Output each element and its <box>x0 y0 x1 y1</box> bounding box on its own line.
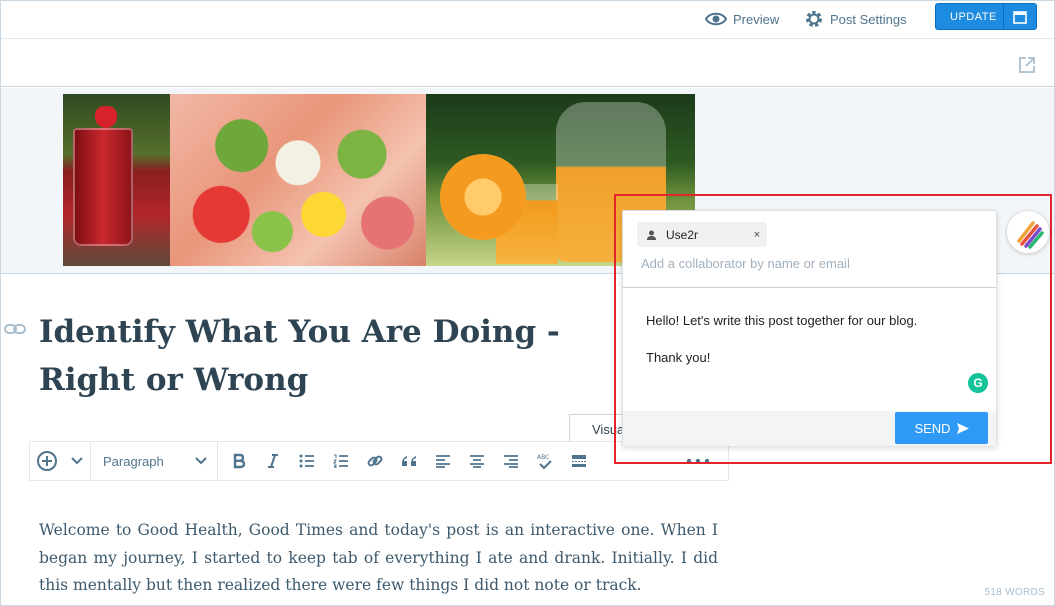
external-link-icon[interactable] <box>1018 56 1036 74</box>
update-label: UPDATE <box>950 10 997 23</box>
post-body[interactable]: Welcome to Good Health, Good Times and t… <box>39 517 718 600</box>
eye-icon <box>705 12 727 26</box>
schedule-button[interactable] <box>1004 3 1036 30</box>
gear-icon <box>806 11 822 27</box>
italic-icon <box>268 454 278 468</box>
read-more-icon <box>572 455 586 467</box>
post-title[interactable]: Identify What You Are Doing - Right or W… <box>39 308 619 404</box>
link-button[interactable] <box>358 442 392 480</box>
post-settings-button[interactable]: Post Settings <box>804 8 907 30</box>
popup-divider <box>623 287 996 288</box>
align-right-button[interactable] <box>494 442 528 480</box>
formatting-buttons: ABC <box>218 442 596 480</box>
smoothie-image <box>63 94 170 266</box>
spellcheck-icon: ABC <box>537 454 552 470</box>
remove-collaborator-button[interactable]: × <box>747 229 767 241</box>
message-line-1[interactable]: Hello! Let's write this post together fo… <box>646 311 976 330</box>
update-button[interactable]: UPDATE <box>935 3 1037 30</box>
collaborator-chip[interactable]: Use2r × <box>637 222 767 247</box>
quote-icon <box>402 456 416 466</box>
stripes-logo-icon <box>1017 221 1044 249</box>
numbered-list-button[interactable] <box>324 442 358 480</box>
chevron-down-icon <box>71 457 83 465</box>
collaborator-name: Use2r <box>666 227 699 242</box>
grammarly-icon[interactable]: G <box>968 373 988 393</box>
format-group: Paragraph <box>91 442 218 480</box>
align-right-icon <box>504 455 518 468</box>
inserter-group <box>30 442 91 480</box>
user-icon <box>647 230 656 240</box>
add-block-button[interactable] <box>30 442 64 480</box>
italic-button[interactable] <box>256 442 290 480</box>
calendar-icon <box>1013 10 1027 24</box>
bulleted-list-icon <box>299 454 314 468</box>
inserter-chevron-button[interactable] <box>64 442 90 480</box>
plus-circle-icon <box>37 451 57 471</box>
featured-image[interactable] <box>63 94 695 266</box>
format-select[interactable]: Paragraph <box>91 442 217 480</box>
preview-label: Preview <box>733 11 780 27</box>
quote-button[interactable] <box>392 442 426 480</box>
align-center-button[interactable] <box>460 442 494 480</box>
spellcheck-button[interactable]: ABC <box>528 442 562 480</box>
svg-text:ABC: ABC <box>537 454 549 461</box>
message-line-2[interactable]: Thank you! <box>646 348 976 367</box>
popup-footer: SEND <box>623 411 996 446</box>
numbered-list-icon <box>333 454 348 468</box>
collaborator-search-input[interactable]: Add a collaborator by name or email <box>641 256 981 271</box>
align-left-icon <box>436 455 450 468</box>
send-button[interactable]: SEND <box>895 412 988 444</box>
bulleted-list-button[interactable] <box>290 442 324 480</box>
format-select-value: Paragraph <box>103 453 164 469</box>
link-icon[interactable] <box>4 322 26 336</box>
send-label: SEND <box>914 420 951 436</box>
chevron-down-icon <box>195 457 207 465</box>
read-more-button[interactable] <box>562 442 596 480</box>
collaborator-popup: Use2r × Add a collaborator by name or em… <box>622 210 997 446</box>
align-left-button[interactable] <box>426 442 460 480</box>
salad-image <box>170 94 426 266</box>
preview-button[interactable]: Preview <box>705 8 779 30</box>
word-count: 518 WORDS <box>984 587 1045 598</box>
post-settings-label: Post Settings <box>830 11 907 27</box>
collaboration-app-logo[interactable] <box>1006 210 1050 254</box>
secondary-bar <box>1 40 1054 87</box>
align-center-icon <box>470 455 484 468</box>
link-icon <box>367 455 383 467</box>
top-bar: Preview Post Settings UPDATE <box>1 1 1054 39</box>
bold-icon <box>233 453 246 469</box>
bold-button[interactable] <box>222 442 256 480</box>
send-icon <box>956 422 969 434</box>
